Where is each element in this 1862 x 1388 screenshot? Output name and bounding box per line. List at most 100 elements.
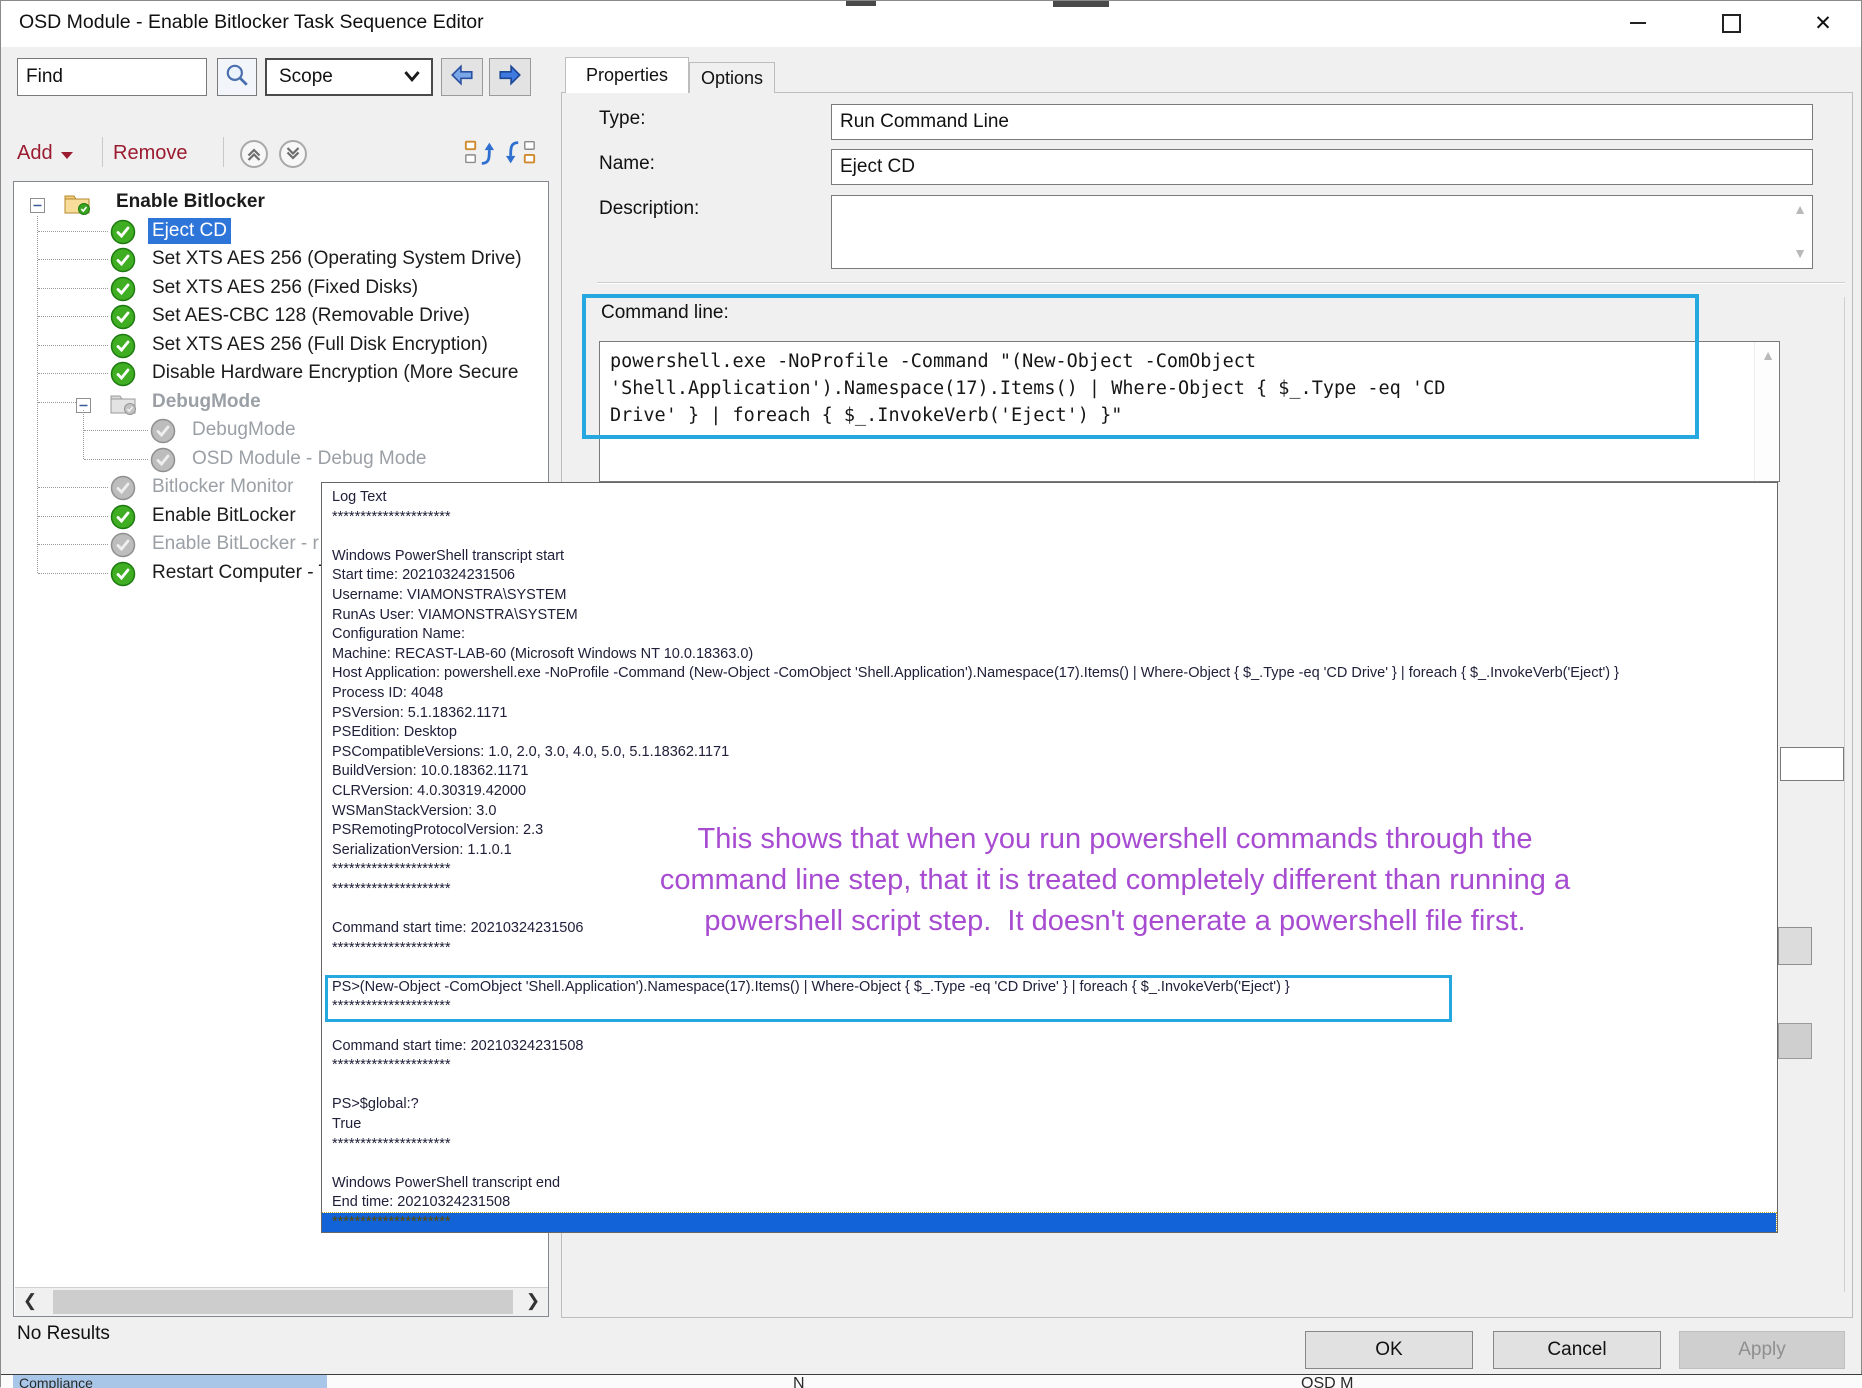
type-field[interactable]: [831, 104, 1813, 140]
log-line[interactable]: [332, 1076, 1777, 1096]
log-line[interactable]: Log Text: [332, 488, 1777, 508]
hidden-button-fragment[interactable]: [1778, 1023, 1812, 1059]
background-text-fragment: Compliance: [13, 1375, 327, 1388]
log-line[interactable]: BuildVersion: 10.0.18362.1171: [332, 762, 1777, 782]
ok-button[interactable]: OK: [1305, 1331, 1473, 1369]
scroll-down-icon[interactable]: ▼: [1792, 248, 1808, 260]
log-line[interactable]: *********************: [332, 880, 1777, 900]
log-line[interactable]: Configuration Name:: [332, 625, 1777, 645]
collapse-expander-icon[interactable]: [30, 195, 45, 210]
tab-properties[interactable]: Properties: [565, 57, 689, 93]
cancel-button[interactable]: Cancel: [1493, 1331, 1661, 1369]
log-line[interactable]: PSRemotingProtocolVersion: 2.3: [332, 821, 1777, 841]
log-line[interactable]: *********************: [332, 860, 1777, 880]
log-line[interactable]: Start time: 20210324231506: [332, 566, 1777, 586]
scroll-right-icon[interactable]: ❯: [518, 1288, 548, 1316]
tree-item-enable-bitlocker[interactable]: Enable Bitlocker: [14, 188, 548, 217]
background-window-fragment: [1053, 1, 1109, 7]
log-line[interactable]: *********************: [332, 1135, 1777, 1155]
tree-item-debugmode[interactable]: DebugMode: [14, 416, 548, 445]
task-sequence-editor-window: OSD Module - Enable Bitlocker Task Seque…: [0, 0, 1862, 1387]
log-line[interactable]: [332, 958, 1777, 978]
expand-all-button[interactable]: [278, 139, 308, 169]
scroll-up-icon[interactable]: ▲: [1792, 204, 1808, 216]
log-line[interactable]: Machine: RECAST-LAB-60 (Microsoft Window…: [332, 645, 1777, 665]
tab-options[interactable]: Options: [689, 62, 775, 93]
tree-item-debugmode[interactable]: DebugMode: [14, 388, 548, 417]
log-line[interactable]: PSVersion: 5.1.18362.1171: [332, 704, 1777, 724]
commandline-scrollbar[interactable]: ▲: [1754, 342, 1779, 481]
log-line[interactable]: Host Application: powershell.exe -NoProf…: [332, 664, 1777, 684]
log-line[interactable]: *********************: [332, 508, 1777, 528]
log-line[interactable]: True: [332, 1115, 1777, 1135]
hidden-button-fragment[interactable]: [1778, 927, 1812, 965]
commandline-value: powershell.exe -NoProfile -Command "(New…: [600, 342, 1779, 429]
tree-item-set-aes-cbc-128-removable-drive[interactable]: Set AES-CBC 128 (Removable Drive): [14, 302, 548, 331]
log-line[interactable]: Windows PowerShell transcript end: [332, 1174, 1777, 1194]
log-viewer-window[interactable]: Log Text*********************Windows Pow…: [321, 482, 1778, 1233]
log-line[interactable]: *********************: [332, 939, 1777, 959]
close-icon: ✕: [1814, 13, 1832, 34]
log-line[interactable]: WSManStackVersion: 3.0: [332, 802, 1777, 822]
log-line[interactable]: PSEdition: Desktop: [332, 723, 1777, 743]
chevron-down-icon: [403, 66, 421, 88]
tree-connector: [38, 402, 76, 403]
arrow-right-icon: [497, 62, 523, 93]
tree-connector: [84, 430, 148, 431]
log-line[interactable]: SerializationVersion: 1.1.0.1: [332, 841, 1777, 861]
tree-item-label: Enable BitLocker - r: [148, 531, 323, 557]
scrollbar-thumb[interactable]: [53, 1290, 513, 1314]
tree-item-set-xts-aes-256-fixed-disks[interactable]: Set XTS AES 256 (Fixed Disks): [14, 274, 548, 303]
tree-item-label: Set XTS AES 256 (Operating System Drive): [148, 246, 526, 272]
tree-item-set-xts-aes-256-full-disk-encryption[interactable]: Set XTS AES 256 (Full Disk Encryption): [14, 331, 548, 360]
collapse-all-button[interactable]: [239, 139, 269, 169]
log-line[interactable]: PSCompatibleVersions: 1.0, 2.0, 3.0, 4.0…: [332, 743, 1777, 763]
tree-item-disable-hardware-encryption-more-secure[interactable]: Disable Hardware Encryption (More Secure: [14, 359, 548, 388]
name-field[interactable]: [831, 149, 1813, 185]
log-line[interactable]: CLRVersion: 4.0.30319.42000: [332, 782, 1777, 802]
check-gray-icon: [150, 447, 176, 473]
tree-connector: [84, 459, 148, 460]
scroll-up-icon[interactable]: ▲: [1760, 350, 1776, 362]
log-line[interactable]: Windows PowerShell transcript start: [332, 547, 1777, 567]
tree-item-label: Eject CD: [148, 218, 231, 244]
log-line[interactable]: Command start time: 20210324231508: [332, 1037, 1777, 1057]
log-line[interactable]: *********************: [332, 1056, 1777, 1076]
move-step-up-button[interactable]: [463, 137, 495, 169]
log-line[interactable]: [332, 1017, 1777, 1037]
find-previous-button[interactable]: [441, 58, 483, 96]
tree-item-set-xts-aes-256-operating-system-drive[interactable]: Set XTS AES 256 (Operating System Drive): [14, 245, 548, 274]
scroll-left-icon[interactable]: ❮: [15, 1288, 45, 1316]
log-line[interactable]: PS>(New-Object -ComObject 'Shell.Applica…: [332, 978, 1777, 998]
find-input[interactable]: [17, 58, 207, 96]
find-next-button[interactable]: [489, 58, 531, 96]
log-line[interactable]: [332, 527, 1777, 547]
move-step-down-button[interactable]: [505, 137, 537, 169]
log-line[interactable]: [332, 1154, 1777, 1174]
scope-dropdown[interactable]: Scope: [265, 58, 433, 96]
commandline-field[interactable]: powershell.exe -NoProfile -Command "(New…: [599, 341, 1780, 482]
log-line[interactable]: Command start time: 20210324231506: [332, 919, 1777, 939]
close-button[interactable]: ✕: [1793, 1, 1853, 45]
log-line[interactable]: RunAs User: VIAMONSTRA\SYSTEM: [332, 606, 1777, 626]
maximize-button[interactable]: [1701, 1, 1761, 45]
tree-item-label: Restart Computer - T: [148, 560, 334, 586]
log-line[interactable]: Process ID: 4048: [332, 684, 1777, 704]
log-line[interactable]: Username: VIAMONSTRA\SYSTEM: [332, 586, 1777, 606]
log-line[interactable]: PS>$global:?: [332, 1095, 1777, 1115]
tree-item-eject-cd[interactable]: Eject CD: [14, 217, 548, 246]
description-field[interactable]: ▲ ▼: [831, 195, 1813, 269]
minimize-button[interactable]: [1608, 1, 1668, 45]
check-green-icon: [110, 276, 136, 302]
window-title: OSD Module - Enable Bitlocker Task Seque…: [19, 11, 484, 34]
log-line[interactable]: End time: 20210324231508: [332, 1193, 1777, 1213]
log-line[interactable]: [332, 899, 1777, 919]
log-line-selected[interactable]: *********************: [322, 1213, 1776, 1233]
remove-button[interactable]: Remove: [113, 135, 187, 171]
tree-horizontal-scrollbar[interactable]: ❮ ❯: [15, 1287, 548, 1316]
collapse-expander-icon[interactable]: [76, 395, 91, 410]
add-button[interactable]: Add: [17, 135, 73, 171]
log-line[interactable]: *********************: [332, 997, 1777, 1017]
search-button[interactable]: [217, 58, 257, 96]
tree-item-osd-module-debug-mode[interactable]: OSD Module - Debug Mode: [14, 445, 548, 474]
